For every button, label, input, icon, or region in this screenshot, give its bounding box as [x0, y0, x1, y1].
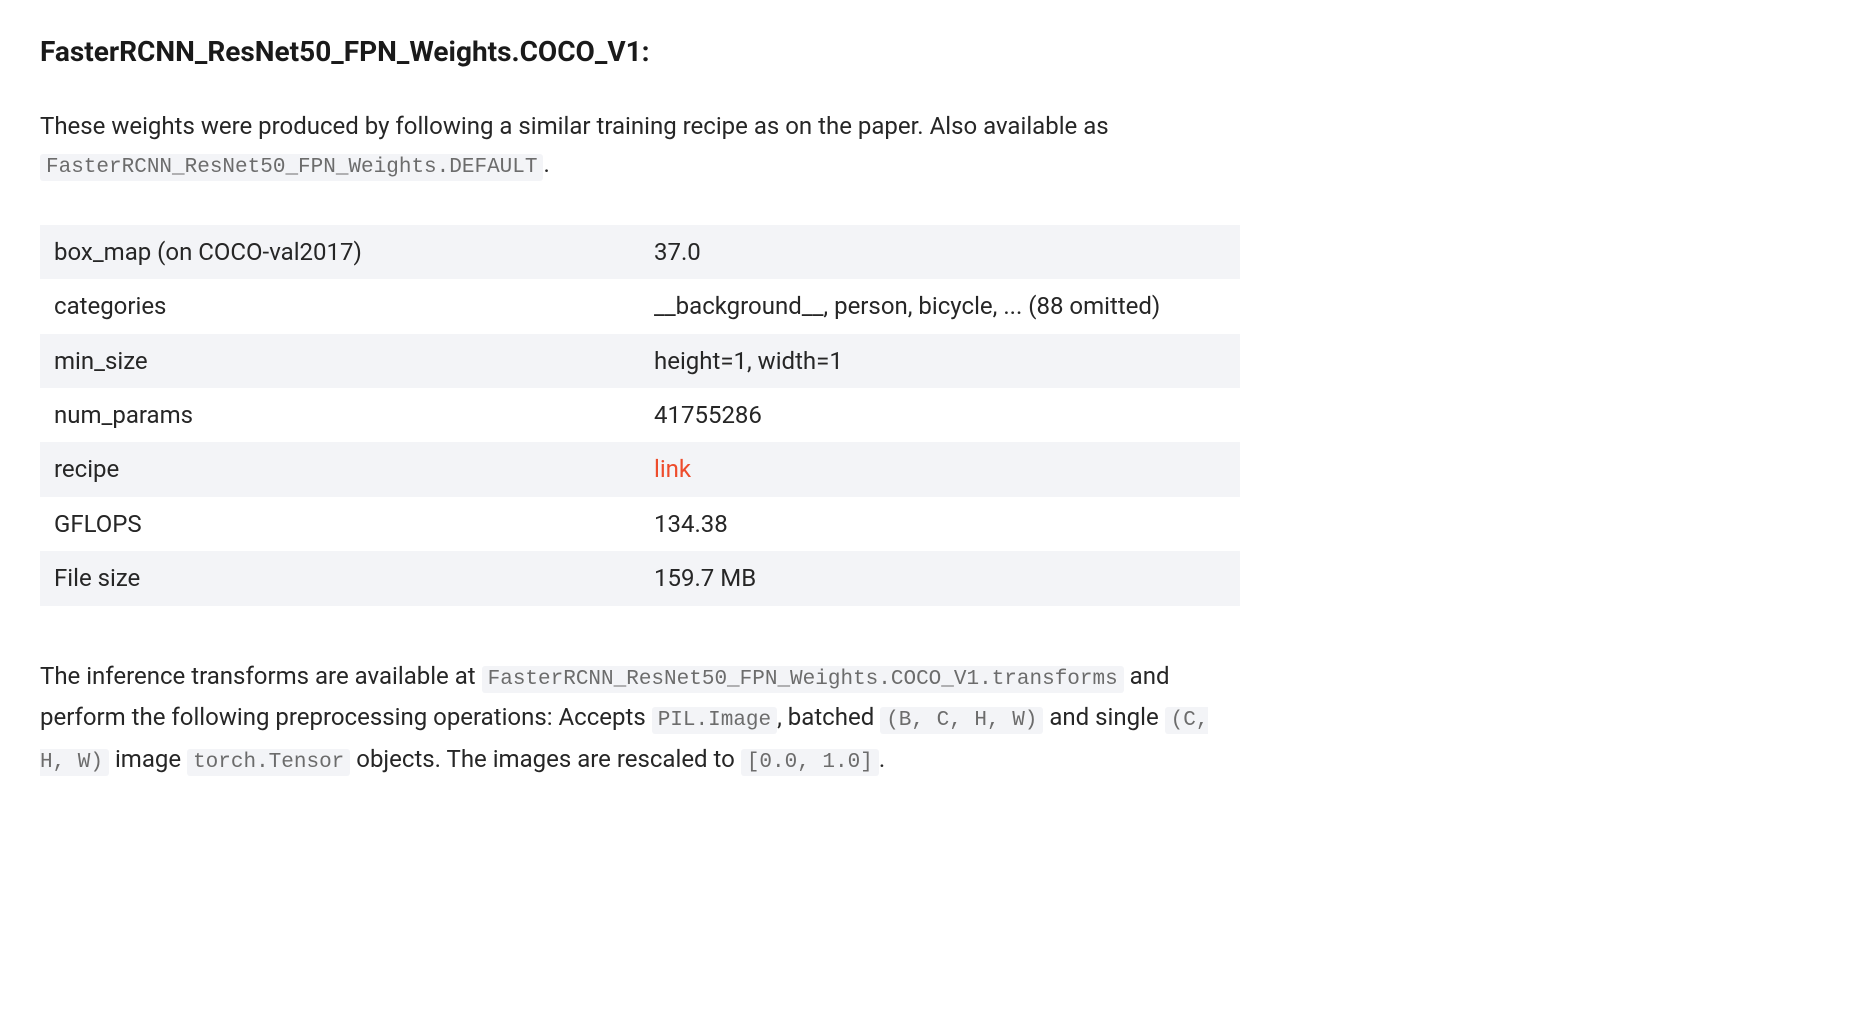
table-row: num_params41755286 [40, 388, 1240, 442]
transforms-code-tensor: torch.Tensor [187, 749, 350, 776]
transforms-code-pil: PIL.Image [652, 707, 777, 734]
weights-table: box_map (on COCO-val2017)37.0categories_… [40, 225, 1240, 606]
transforms-text: objects. The images are rescaled to [350, 745, 741, 773]
transforms-code-batched: (B, C, H, W) [880, 707, 1043, 734]
table-cell-value: 134.38 [640, 497, 1240, 551]
heading-colon: : [642, 35, 650, 68]
transforms-text: and single [1043, 703, 1164, 731]
description-pre-text: These weights were produced by following… [40, 112, 1109, 140]
table-cell-label: categories [40, 279, 640, 333]
transforms-code-path: FasterRCNN_ResNet50_FPN_Weights.COCO_V1.… [482, 666, 1124, 693]
table-row: recipe link [40, 442, 1240, 496]
table-row: min_sizeheight=1, width=1 [40, 334, 1240, 388]
recipe-link[interactable]: link [654, 455, 691, 483]
table-cell-label: File size [40, 551, 640, 605]
transforms-text: The inference transforms are available a… [40, 662, 482, 690]
table-row: categories__background__, person, bicycl… [40, 279, 1240, 333]
table-row: File size159.7 MB [40, 551, 1240, 605]
weights-description: These weights were produced by following… [40, 107, 1240, 185]
table-cell-value: link [640, 442, 1240, 496]
table-cell-value: 41755286 [640, 388, 1240, 442]
table-cell-label: min_size [40, 334, 640, 388]
transforms-text: image [109, 745, 187, 773]
transforms-text: . [879, 745, 885, 773]
description-post-text: . [543, 150, 549, 178]
table-cell-value: 159.7 MB [640, 551, 1240, 605]
transforms-code-range: [0.0, 1.0] [741, 749, 879, 776]
table-cell-label: recipe [40, 442, 640, 496]
weights-heading: FasterRCNN_ResNet50_FPN_Weights.COCO_V1: [40, 30, 1814, 75]
table-cell-value: height=1, width=1 [640, 334, 1240, 388]
table-row: GFLOPS134.38 [40, 497, 1240, 551]
table-cell-label: num_params [40, 388, 640, 442]
description-code: FasterRCNN_ResNet50_FPN_Weights.DEFAULT [40, 154, 543, 181]
table-row: box_map (on COCO-val2017)37.0 [40, 225, 1240, 279]
weights-title: FasterRCNN_ResNet50_FPN_Weights.COCO_V1 [40, 35, 642, 68]
table-cell-value: __background__, person, bicycle, ... (88… [640, 279, 1240, 333]
transforms-text: , batched [777, 703, 880, 731]
transforms-description: The inference transforms are available a… [40, 656, 1240, 781]
table-cell-label: GFLOPS [40, 497, 640, 551]
table-cell-label: box_map (on COCO-val2017) [40, 225, 640, 279]
table-cell-value: 37.0 [640, 225, 1240, 279]
